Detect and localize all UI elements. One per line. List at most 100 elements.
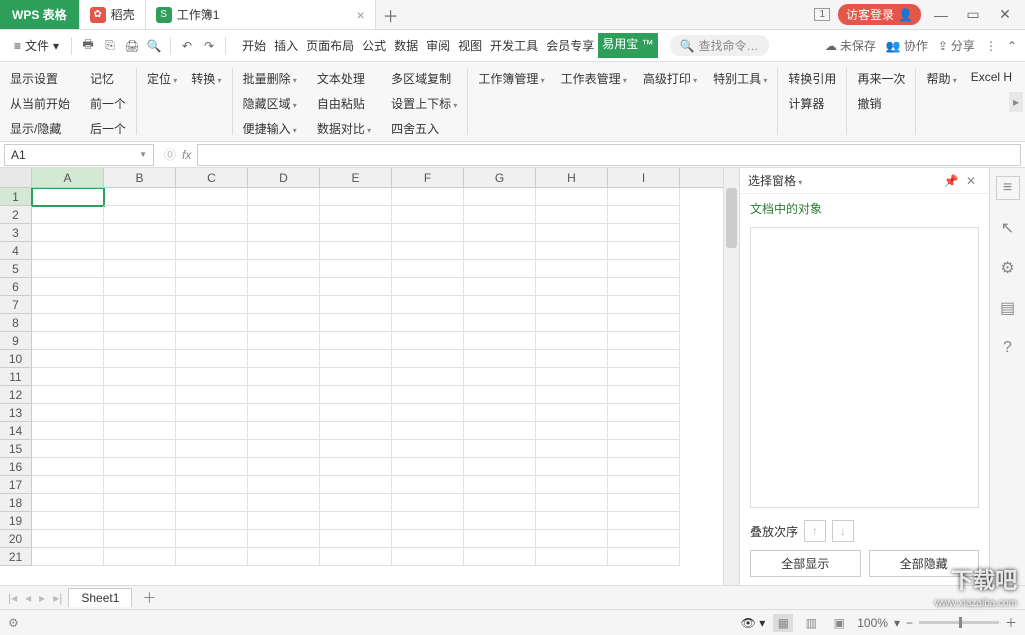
rb-special-tools[interactable]: 特别工具 xyxy=(711,68,769,89)
rb-from-current[interactable]: 从当前开始 xyxy=(8,93,72,114)
sheet-tab-1[interactable]: Sheet1 xyxy=(68,588,132,607)
cell-F12[interactable] xyxy=(392,386,464,404)
cell-G2[interactable] xyxy=(464,206,536,224)
tab-formula[interactable]: 公式 xyxy=(358,33,390,58)
cell-A14[interactable] xyxy=(32,422,104,440)
cell-I18[interactable] xyxy=(608,494,680,512)
rb-calculator[interactable]: 计算器 xyxy=(786,93,838,114)
row-header-5[interactable]: 5 xyxy=(0,260,32,278)
cell-D11[interactable] xyxy=(248,368,320,386)
add-sheet-button[interactable]: ＋ xyxy=(136,588,162,608)
move-down-button[interactable]: ↓ xyxy=(832,520,854,542)
cell-E15[interactable] xyxy=(320,440,392,458)
cell-E1[interactable] xyxy=(320,188,392,206)
cell-F8[interactable] xyxy=(392,314,464,332)
sheet-nav-first[interactable]: |◂ xyxy=(6,591,19,605)
cell-G17[interactable] xyxy=(464,476,536,494)
sheet-nav-next[interactable]: ▸ xyxy=(37,591,47,605)
cell-E9[interactable] xyxy=(320,332,392,350)
tab-data[interactable]: 数据 xyxy=(390,33,422,58)
cell-G14[interactable] xyxy=(464,422,536,440)
cell-G21[interactable] xyxy=(464,548,536,566)
cell-I21[interactable] xyxy=(608,548,680,566)
help-icon[interactable]: ? xyxy=(996,336,1020,360)
cell-C8[interactable] xyxy=(176,314,248,332)
cell-C7[interactable] xyxy=(176,296,248,314)
cell-D18[interactable] xyxy=(248,494,320,512)
restore-button[interactable]: ▭ xyxy=(961,6,985,23)
cell-H4[interactable] xyxy=(536,242,608,260)
cell-F21[interactable] xyxy=(392,548,464,566)
vertical-scrollbar[interactable] xyxy=(723,168,739,585)
cell-I20[interactable] xyxy=(608,530,680,548)
hamburger-icon[interactable]: ≡ xyxy=(996,176,1020,200)
cell-H11[interactable] xyxy=(536,368,608,386)
cell-E10[interactable] xyxy=(320,350,392,368)
cell-C11[interactable] xyxy=(176,368,248,386)
cell-D20[interactable] xyxy=(248,530,320,548)
rb-show-hide[interactable]: 显示/隐藏 xyxy=(8,118,72,139)
cell-E14[interactable] xyxy=(320,422,392,440)
cell-F17[interactable] xyxy=(392,476,464,494)
row-header-1[interactable]: 1 xyxy=(0,188,32,206)
cell-C12[interactable] xyxy=(176,386,248,404)
cell-H14[interactable] xyxy=(536,422,608,440)
cell-E3[interactable] xyxy=(320,224,392,242)
cell-B11[interactable] xyxy=(104,368,176,386)
cell-A2[interactable] xyxy=(32,206,104,224)
cell-E11[interactable] xyxy=(320,368,392,386)
rb-memory[interactable]: 记忆 xyxy=(88,68,128,89)
cell-C14[interactable] xyxy=(176,422,248,440)
close-pane-icon[interactable]: ✕ xyxy=(961,174,981,188)
cell-E21[interactable] xyxy=(320,548,392,566)
cell-G3[interactable] xyxy=(464,224,536,242)
cell-C2[interactable] xyxy=(176,206,248,224)
add-tab-button[interactable]: ＋ xyxy=(376,0,406,29)
cell-D3[interactable] xyxy=(248,224,320,242)
formula-input[interactable] xyxy=(197,144,1021,166)
cell-A10[interactable] xyxy=(32,350,104,368)
cell-G8[interactable] xyxy=(464,314,536,332)
rb-quick-input[interactable]: 便捷输入 xyxy=(241,118,299,139)
rb-display-settings[interactable]: 显示设置 xyxy=(8,68,72,89)
cell-I8[interactable] xyxy=(608,314,680,332)
cell-F10[interactable] xyxy=(392,350,464,368)
zoom-out-icon[interactable]: − xyxy=(906,616,913,630)
pin-icon[interactable]: 📌 xyxy=(941,174,961,188)
cell-H1[interactable] xyxy=(536,188,608,206)
cell-E17[interactable] xyxy=(320,476,392,494)
col-header-B[interactable]: B xyxy=(104,168,176,187)
row-header-3[interactable]: 3 xyxy=(0,224,32,242)
ribbon-expand-icon[interactable]: ▸ xyxy=(1009,92,1023,112)
cell-I13[interactable] xyxy=(608,404,680,422)
cell-G12[interactable] xyxy=(464,386,536,404)
cell-G11[interactable] xyxy=(464,368,536,386)
row-header-16[interactable]: 16 xyxy=(0,458,32,476)
cell-B14[interactable] xyxy=(104,422,176,440)
cell-E8[interactable] xyxy=(320,314,392,332)
row-header-13[interactable]: 13 xyxy=(0,404,32,422)
cell-D1[interactable] xyxy=(248,188,320,206)
row-header-19[interactable]: 19 xyxy=(0,512,32,530)
cell-I11[interactable] xyxy=(608,368,680,386)
rb-data-compare[interactable]: 数据对比 xyxy=(315,118,373,139)
cell-E19[interactable] xyxy=(320,512,392,530)
col-header-E[interactable]: E xyxy=(320,168,392,187)
sliders-icon[interactable]: ⚙ xyxy=(996,256,1020,280)
rb-batch-delete[interactable]: 批量删除 xyxy=(241,68,299,89)
cell-F18[interactable] xyxy=(392,494,464,512)
show-all-button[interactable]: 全部显示 xyxy=(750,550,861,577)
cell-A12[interactable] xyxy=(32,386,104,404)
row-header-10[interactable]: 10 xyxy=(0,350,32,368)
cell-H9[interactable] xyxy=(536,332,608,350)
cell-F3[interactable] xyxy=(392,224,464,242)
col-header-D[interactable]: D xyxy=(248,168,320,187)
cell-A6[interactable] xyxy=(32,278,104,296)
cell-B10[interactable] xyxy=(104,350,176,368)
zoom-in-icon[interactable]: ＋ xyxy=(1005,614,1017,631)
row-header-15[interactable]: 15 xyxy=(0,440,32,458)
cell-F7[interactable] xyxy=(392,296,464,314)
rb-free-paste[interactable]: 自由粘贴 xyxy=(315,93,373,114)
cell-H8[interactable] xyxy=(536,314,608,332)
cell-C13[interactable] xyxy=(176,404,248,422)
